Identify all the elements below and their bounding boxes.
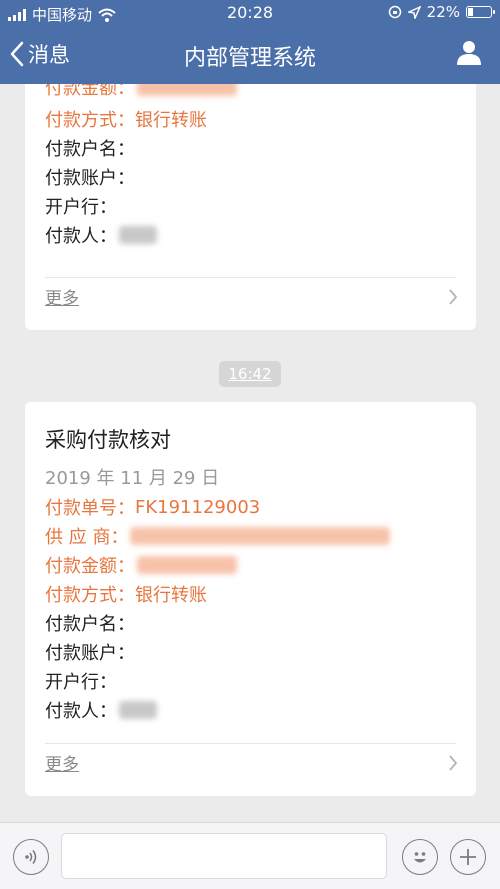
field-account-number: 付款账户： <box>45 164 135 190</box>
field-label: 付款账户： <box>45 643 135 664</box>
more-link[interactable]: 更多 <box>45 284 79 309</box>
nav-bar: 消息 内部管理系统 <box>0 26 500 84</box>
chevron-left-icon <box>10 41 24 67</box>
field-payment-number: 付款单号： FK191129003 <box>45 494 260 520</box>
field-payer: 付款人： <box>45 697 157 723</box>
chevron-right-icon[interactable] <box>448 288 458 306</box>
redacted-value <box>119 226 157 244</box>
field-label: 付款户名： <box>45 614 135 635</box>
field-value: 银行转账 <box>135 585 207 606</box>
emoji-button[interactable] <box>402 839 438 875</box>
message-timestamp: 16:42 <box>219 361 281 387</box>
add-button[interactable] <box>450 839 486 875</box>
input-bar <box>0 822 500 889</box>
field-label: 付款方式： <box>45 585 135 606</box>
divider <box>45 277 456 278</box>
field-label: 付款单号： <box>45 498 135 519</box>
field-payer: 付款人： <box>45 222 157 248</box>
message-list[interactable]: 付款金额： 付款方式： 银行转账 付款户名： 付款账户： 开户行： 付款人： 更… <box>0 84 500 822</box>
redacted-value <box>137 556 237 574</box>
message-card-previous[interactable]: 付款金额： 付款方式： 银行转账 付款户名： 付款账户： 开户行： 付款人： 更… <box>25 84 476 330</box>
battery-icon <box>466 6 495 18</box>
field-label: 付款金额： <box>45 556 135 577</box>
field-account-name: 付款户名： <box>45 610 135 636</box>
card-date: 2019 年 11 月 29 日 <box>45 468 220 489</box>
field-payment-amount: 付款金额： <box>45 552 237 578</box>
emoji-icon <box>414 852 426 863</box>
field-supplier: 供 应 商： <box>45 523 391 549</box>
status-bar: 中国移动 20:28 22% <box>0 0 500 26</box>
field-account-name: 付款户名： <box>45 135 135 161</box>
rotation-lock-icon <box>388 5 401 19</box>
plus-icon <box>460 849 476 865</box>
field-label: 开户行： <box>45 672 117 693</box>
more-link[interactable]: 更多 <box>45 750 79 775</box>
field-label: 付款金额： <box>45 84 135 99</box>
chevron-right-icon[interactable] <box>448 754 458 772</box>
battery-percent: 22% <box>426 3 460 21</box>
redacted-value <box>130 527 391 545</box>
message-input[interactable] <box>61 833 387 879</box>
field-label: 付款户名： <box>45 139 135 160</box>
field-value: 银行转账 <box>135 110 207 131</box>
back-button[interactable]: 消息 <box>10 39 70 69</box>
field-label: 付款人： <box>45 226 117 247</box>
field-payment-amount: 付款金额： <box>45 84 237 100</box>
redacted-value <box>137 84 237 96</box>
status-right: 22% <box>388 3 495 21</box>
field-payment-method: 付款方式： 银行转账 <box>45 581 207 607</box>
field-bank: 开户行： <box>45 668 117 694</box>
page-title: 内部管理系统 <box>183 46 316 71</box>
user-profile-button[interactable] <box>456 39 482 69</box>
redacted-value <box>119 701 157 719</box>
card-title: 采购付款核对 <box>45 428 171 452</box>
field-label: 开户行： <box>45 197 117 218</box>
voice-button[interactable] <box>13 839 49 875</box>
field-label: 供 应 商： <box>45 527 129 548</box>
divider <box>45 743 456 744</box>
user-icon <box>457 41 481 65</box>
location-icon <box>407 5 421 19</box>
voice-icon <box>25 850 37 864</box>
field-value: FK191129003 <box>135 496 261 518</box>
field-payment-method: 付款方式： 银行转账 <box>45 106 207 132</box>
field-label: 付款人： <box>45 701 117 722</box>
field-label: 付款方式： <box>45 110 135 131</box>
back-label: 消息 <box>28 43 70 67</box>
field-label: 付款账户： <box>45 168 135 189</box>
message-card-payment-check[interactable]: 采购付款核对 2019 年 11 月 29 日 付款单号： FK19112900… <box>25 402 476 796</box>
field-account-number: 付款账户： <box>45 639 135 665</box>
field-bank: 开户行： <box>45 193 117 219</box>
